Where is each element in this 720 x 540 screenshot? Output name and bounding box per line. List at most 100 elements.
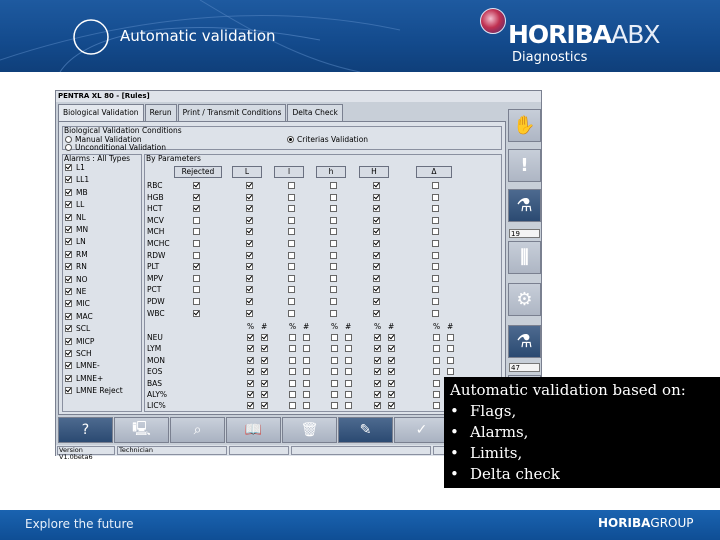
alarm-checkbox[interactable] [65,164,72,171]
alarm-checkbox[interactable] [65,213,72,221]
limit-L-checkbox[interactable] [246,205,253,213]
limit-L-checkbox[interactable] [246,228,253,236]
limit-H-checkbox[interactable] [373,251,380,259]
limit-absolute-checkbox[interactable] [345,391,352,398]
limit-L-checkbox[interactable] [246,274,253,282]
limit-l-checkbox[interactable] [288,216,295,224]
limit-percent-checkbox[interactable] [247,356,254,364]
limit-H-checkbox[interactable] [373,205,380,213]
alarm-checkbox[interactable] [65,263,72,271]
limit-percent-checkbox[interactable] [247,402,254,410]
limit-h-checkbox[interactable] [330,240,337,247]
limit-percent-checkbox[interactable] [289,334,296,341]
limit-H-checkbox[interactable] [373,216,380,224]
alarm-checkbox[interactable] [65,250,72,258]
limit-absolute-checkbox[interactable] [447,356,454,364]
column-header-button[interactable]: H [359,166,389,178]
limit-percent-checkbox[interactable] [331,334,338,341]
limit-absolute-checkbox[interactable] [388,379,395,387]
limit-H-checkbox[interactable] [373,274,380,282]
tab-biological-validation[interactable]: Biological Validation [58,104,144,121]
alarm-checkbox[interactable] [65,337,72,345]
limit-percent-checkbox[interactable] [374,402,381,410]
rejected-checkbox[interactable] [193,205,200,213]
limit-percent-checkbox[interactable] [374,391,381,398]
limit-absolute-checkbox[interactable] [345,356,352,364]
limit-absolute-checkbox[interactable] [447,345,454,353]
limit-percent-checkbox[interactable] [331,356,338,364]
limit-absolute-checkbox[interactable] [303,379,310,387]
limit-percent-checkbox[interactable] [331,379,338,387]
checkmark-icon[interactable]: ✓ [394,417,449,443]
tube-settings-icon[interactable]: ⚙ [508,283,541,316]
limit-l-checkbox[interactable] [288,228,295,236]
limit-percent-checkbox[interactable] [289,391,296,398]
magnifier-icon[interactable]: ⌕ [170,417,225,443]
limit-percent-checkbox[interactable] [289,379,296,387]
limit-L-checkbox[interactable] [246,286,253,294]
column-header-button[interactable]: l [274,166,304,178]
limit-h-checkbox[interactable] [330,228,337,236]
limit-H-checkbox[interactable] [373,309,380,317]
limit-percent-checkbox[interactable] [433,345,440,353]
limit-percent-checkbox[interactable] [289,345,296,353]
alarm-checkbox[interactable] [65,226,72,233]
limit-H-checkbox[interactable] [373,193,380,201]
delta-checkbox[interactable] [432,193,439,201]
limit-percent-checkbox[interactable] [374,368,381,376]
delta-checkbox[interactable] [432,205,439,213]
alarm-checkbox[interactable] [65,188,72,196]
column-header-button[interactable]: Δ [416,166,452,178]
limit-absolute-checkbox[interactable] [345,334,352,341]
limit-h-checkbox[interactable] [330,251,337,259]
alarm-checkbox[interactable] [65,238,72,246]
limit-percent-checkbox[interactable] [433,368,440,376]
rejected-checkbox[interactable] [193,228,200,236]
limit-absolute-checkbox[interactable] [303,356,310,364]
limit-h-checkbox[interactable] [330,182,337,189]
limit-percent-checkbox[interactable] [374,379,381,387]
edit-pen-icon[interactable]: ✎ [338,417,393,443]
limit-L-checkbox[interactable] [246,309,253,317]
alarm-checkbox[interactable] [65,300,72,308]
rejected-checkbox[interactable] [193,286,200,294]
limit-absolute-checkbox[interactable] [447,368,454,376]
limit-absolute-checkbox[interactable] [261,334,268,341]
limit-percent-checkbox[interactable] [374,345,381,353]
limit-h-checkbox[interactable] [330,205,337,213]
limit-absolute-checkbox[interactable] [261,391,268,398]
limit-absolute-checkbox[interactable] [345,402,352,410]
limit-absolute-checkbox[interactable] [388,391,395,398]
limit-H-checkbox[interactable] [373,286,380,294]
limit-l-checkbox[interactable] [288,274,295,282]
limit-percent-checkbox[interactable] [247,345,254,353]
limit-percent-checkbox[interactable] [289,368,296,376]
book-icon[interactable]: 📖 [226,417,281,443]
alarm-checkbox[interactable] [65,312,72,320]
rejected-checkbox[interactable] [193,193,200,201]
exclamation-icon[interactable]: ! [508,149,541,182]
rejected-checkbox[interactable] [193,263,200,271]
limit-h-checkbox[interactable] [330,274,337,282]
limit-l-checkbox[interactable] [288,298,295,305]
alarm-checkbox[interactable] [65,288,72,295]
delta-checkbox[interactable] [432,228,439,236]
limit-percent-checkbox[interactable] [247,391,254,398]
limit-l-checkbox[interactable] [288,205,295,213]
limit-h-checkbox[interactable] [330,263,337,271]
limit-percent-checkbox[interactable] [433,391,440,398]
limit-absolute-checkbox[interactable] [388,356,395,364]
limit-absolute-checkbox[interactable] [388,334,395,341]
limit-absolute-checkbox[interactable] [388,368,395,376]
limit-l-checkbox[interactable] [288,263,295,271]
limit-absolute-checkbox[interactable] [261,402,268,410]
limit-l-checkbox[interactable] [288,251,295,259]
delta-checkbox[interactable] [432,263,439,271]
limit-absolute-checkbox[interactable] [447,334,454,341]
limit-percent-checkbox[interactable] [374,334,381,341]
limit-percent-checkbox[interactable] [433,379,440,387]
delta-checkbox[interactable] [432,251,439,259]
tab-print-transmit[interactable]: Print / Transmit Conditions [177,104,287,121]
limit-percent-checkbox[interactable] [331,402,338,410]
delta-checkbox[interactable] [432,240,439,247]
